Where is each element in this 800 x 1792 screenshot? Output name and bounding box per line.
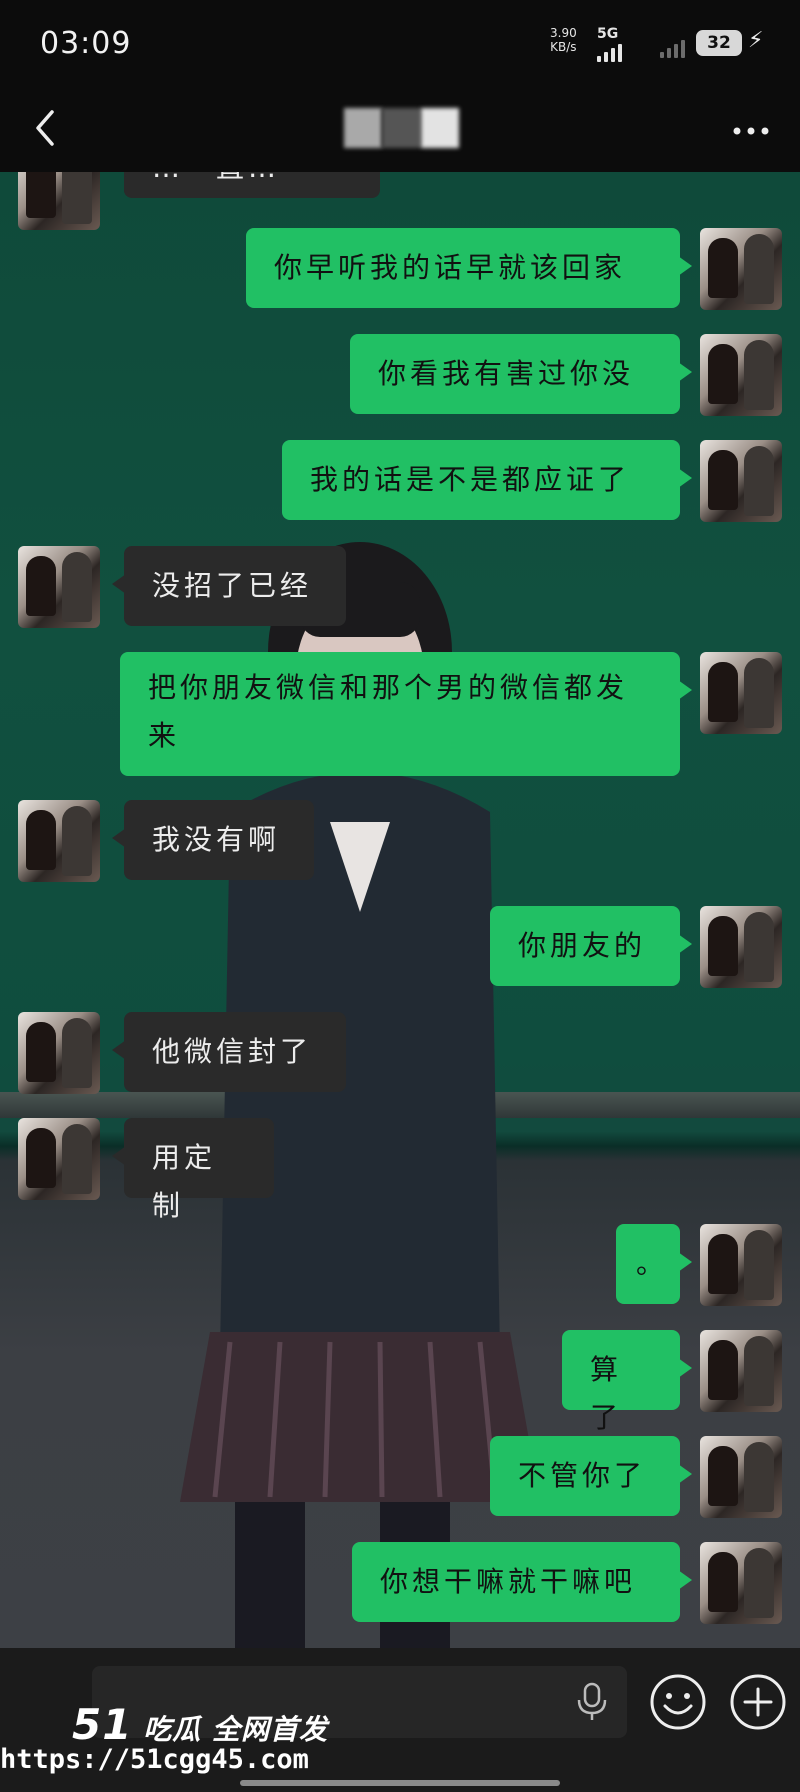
chat-area[interactable]: …一直… 你早听我的话早就该回家 你看我有害过你没 我的话是不是都应证了 没招了… [0, 172, 800, 1648]
avatar-self[interactable] [700, 1224, 782, 1306]
more-icon[interactable] [728, 116, 774, 146]
network-speed: 3.90 KB/s [550, 26, 577, 54]
avatar-contact[interactable] [18, 1118, 100, 1200]
network-speed-unit: KB/s [550, 40, 577, 54]
message-bubble-outgoing[interactable]: 你想干嘛就干嘛吧 [352, 1542, 692, 1622]
message-bubble-incoming[interactable]: 用定制 [112, 1118, 274, 1222]
avatar-self[interactable] [700, 1436, 782, 1518]
message-bubble-outgoing[interactable]: 你早听我的话早就该回家 [246, 228, 692, 308]
battery-icon: 32 [696, 30, 742, 56]
avatar-self[interactable] [700, 228, 782, 310]
home-indicator[interactable] [240, 1780, 560, 1786]
message-bubble-outgoing[interactable]: 你朋友的 [490, 906, 692, 986]
watermark-logo-text: 吃瓜 全网首发 [143, 1713, 328, 1746]
avatar-self[interactable] [700, 1542, 782, 1624]
avatar-contact[interactable] [18, 1012, 100, 1094]
plus-icon[interactable] [728, 1672, 788, 1732]
avatar-self[interactable] [700, 906, 782, 988]
avatar-contact[interactable] [18, 800, 100, 882]
message-bubble-incoming[interactable]: …一直… [124, 172, 380, 198]
contact-name-censored [344, 108, 459, 148]
message-bubble-incoming[interactable]: 没招了已经 [112, 546, 346, 626]
watermark-logo-number: 51 [72, 1700, 133, 1749]
message-bubble-incoming[interactable]: 他微信封了 [112, 1012, 346, 1092]
network-type: 5G [597, 26, 619, 42]
network-speed-value: 3.90 [550, 26, 577, 40]
message-bubble-outgoing[interactable]: 我的话是不是都应证了 [282, 440, 692, 520]
avatar-self[interactable] [700, 1330, 782, 1412]
message-bubble-outgoing[interactable]: 把你朋友微信和那个男的微信都发来 [120, 652, 692, 776]
back-icon[interactable] [22, 104, 70, 152]
message-bubble-outgoing[interactable]: 你看我有害过你没 [350, 334, 692, 414]
mic-icon[interactable] [574, 1682, 610, 1722]
watermark-url: https://51cgg45.com [0, 1744, 309, 1775]
signal-icon [597, 44, 622, 62]
watermark-logo: 51 吃瓜 全网首发 [72, 1700, 328, 1749]
signal-secondary-icon [660, 40, 685, 58]
message-bubble-outgoing[interactable]: 算了 [562, 1330, 692, 1434]
avatar-self[interactable] [700, 652, 782, 734]
emoji-icon[interactable] [648, 1672, 708, 1732]
status-bar: 03:09 3.90 KB/s 5G 32 ⚡ [0, 0, 800, 90]
chat-header [0, 90, 800, 172]
message-bubble-outgoing[interactable]: 。 [616, 1224, 692, 1304]
status-time: 03:09 [40, 26, 132, 61]
avatar-contact[interactable] [18, 172, 100, 230]
avatar-self[interactable] [700, 440, 782, 522]
message-bubble-outgoing[interactable]: 不管你了 [490, 1436, 692, 1516]
message-bubble-incoming[interactable]: 我没有啊 [112, 800, 314, 880]
avatar-self[interactable] [700, 334, 782, 416]
avatar-contact[interactable] [18, 546, 100, 628]
charging-icon: ⚡ [748, 28, 764, 53]
